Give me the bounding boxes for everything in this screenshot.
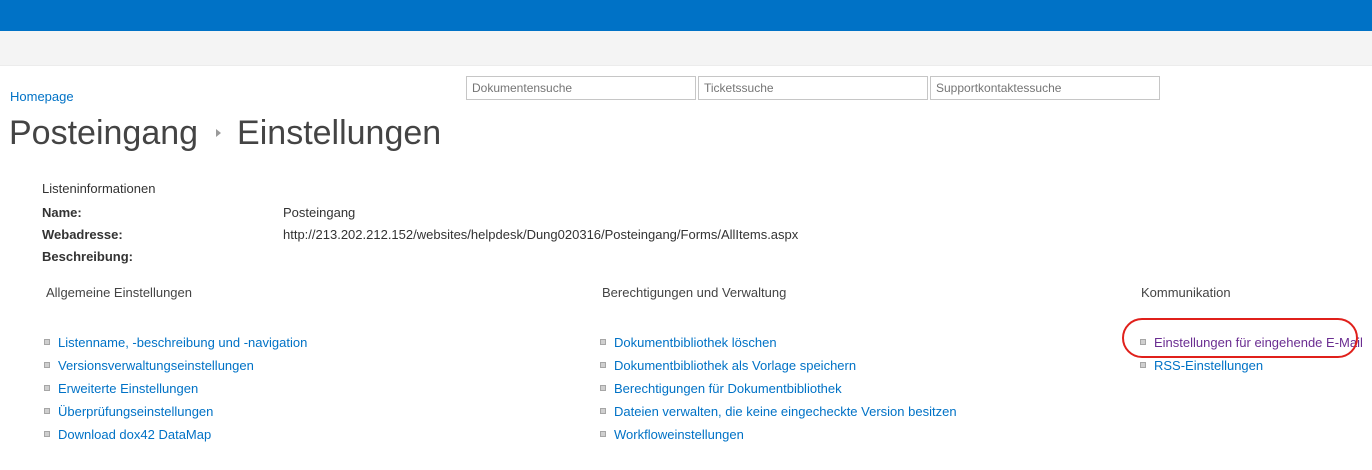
delete-library-link[interactable]: Dokumentbibliothek löschen (614, 335, 777, 350)
breadcrumb-arrow-icon (216, 129, 222, 138)
list-item: Listenname, -beschreibung und -navigatio… (44, 335, 307, 358)
bullet-icon (600, 385, 606, 391)
ticket-search-input[interactable] (698, 76, 928, 100)
url-label: Webadresse: (42, 227, 123, 242)
validation-settings-link[interactable]: Überprüfungseinstellungen (58, 404, 213, 419)
page-title-list-link[interactable]: Posteingang (9, 114, 198, 152)
bullet-icon (44, 431, 50, 437)
list-item: Dateien verwalten, die keine eingecheckt… (600, 404, 957, 427)
page-title: Posteingang Einstellungen (9, 113, 441, 153)
list-item: Workfloweinstellungen (600, 427, 957, 450)
section-title-permissions: Berechtigungen und Verwaltung (602, 285, 787, 300)
bullet-icon (600, 362, 606, 368)
ribbon-bar (0, 31, 1372, 66)
url-value: http://213.202.212.152/websites/helpdesk… (283, 227, 799, 242)
description-label: Beschreibung: (42, 249, 134, 264)
library-permissions-link[interactable]: Berechtigungen für Dokumentbibliothek (614, 381, 842, 396)
versioning-settings-link[interactable]: Versionsverwaltungseinstellungen (58, 358, 254, 373)
document-search-input[interactable] (466, 76, 696, 100)
manage-checked-out-files-link[interactable]: Dateien verwalten, die keine eingecheckt… (614, 404, 957, 419)
bullet-icon (600, 431, 606, 437)
rss-settings-link[interactable]: RSS-Einstellungen (1154, 358, 1263, 373)
support-contact-search-input[interactable] (930, 76, 1160, 100)
page-title-current: Einstellungen (237, 114, 442, 152)
list-item: Dokumentbibliothek löschen (600, 335, 957, 358)
workflow-settings-link[interactable]: Workfloweinstellungen (614, 427, 744, 442)
permissions-management-list: Dokumentbibliothek löschen Dokumentbibli… (600, 335, 957, 450)
list-item: Dokumentbibliothek als Vorlage speichern (600, 358, 957, 381)
section-title-general: Allgemeine Einstellungen (46, 285, 192, 300)
list-info-heading: Listeninformationen (42, 181, 156, 196)
general-settings-list: Listenname, -beschreibung und -navigatio… (44, 335, 307, 450)
section-title-communication: Kommunikation (1141, 285, 1231, 300)
name-value: Posteingang (283, 205, 356, 220)
list-item: Berechtigungen für Dokumentbibliothek (600, 381, 957, 404)
list-item: Versionsverwaltungseinstellungen (44, 358, 307, 381)
list-name-description-navigation-link[interactable]: Listenname, -beschreibung und -navigatio… (58, 335, 307, 350)
advanced-settings-link[interactable]: Erweiterte Einstellungen (58, 381, 198, 396)
bullet-icon (600, 339, 606, 345)
save-as-template-link[interactable]: Dokumentbibliothek als Vorlage speichern (614, 358, 856, 373)
bullet-icon (44, 362, 50, 368)
list-item: Überprüfungseinstellungen (44, 404, 307, 427)
list-item: RSS-Einstellungen (1140, 358, 1363, 381)
download-datamap-link[interactable]: Download dox42 DataMap (58, 427, 211, 442)
suite-bar (0, 0, 1372, 31)
list-item: Download dox42 DataMap (44, 427, 307, 450)
bullet-icon (44, 385, 50, 391)
name-label: Name: (42, 205, 82, 220)
highlight-annotation-circle (1122, 318, 1358, 358)
breadcrumb-home-link[interactable]: Homepage (10, 89, 74, 104)
bullet-icon (44, 408, 50, 414)
bullet-icon (1140, 362, 1146, 368)
bullet-icon (600, 408, 606, 414)
list-item: Erweiterte Einstellungen (44, 381, 307, 404)
bullet-icon (44, 339, 50, 345)
